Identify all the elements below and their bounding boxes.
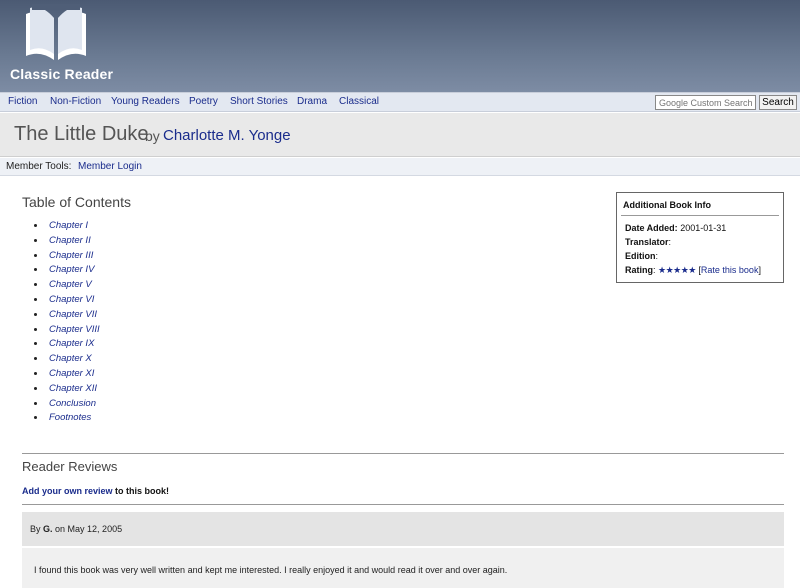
review-by-prefix: By (30, 524, 44, 534)
rate-bracket-close: ] (758, 265, 761, 275)
add-review-line: Add your own review to this book! (22, 486, 169, 496)
nav-classical[interactable]: Classical (339, 96, 379, 107)
toc-link-chapter-8[interactable]: Chapter VIII (49, 324, 100, 335)
rating-label: Rating (625, 265, 653, 275)
info-row-edition: Edition: (625, 251, 658, 261)
nav-drama[interactable]: Drama (297, 96, 327, 107)
rating-colon: : (653, 265, 656, 275)
add-review-suffix: to this book! (112, 486, 170, 496)
toc-link-footnotes[interactable]: Footnotes (49, 412, 91, 423)
toc-item: Conclusion (34, 398, 100, 413)
info-row-translator: Translator: (625, 237, 671, 247)
info-row-rating: Rating: ★★★★★ [Rate this book] (625, 265, 761, 276)
open-book-logo-icon[interactable] (22, 4, 90, 66)
edition-label: Edition (625, 251, 656, 261)
toc-item: Chapter IX (34, 338, 100, 353)
site-header: Classic Reader (0, 0, 800, 92)
translator-label: Translator (625, 237, 669, 247)
review-author: G. (43, 524, 53, 534)
bullet-icon (34, 371, 37, 375)
review-date-prefix: on (52, 524, 68, 534)
toc-item: Chapter III (34, 250, 100, 265)
toc-link-chapter-6[interactable]: Chapter VI (49, 294, 94, 305)
translator-colon: : (668, 237, 672, 247)
section-divider (22, 504, 784, 505)
title-by-label: by (145, 128, 160, 144)
section-divider (22, 453, 784, 454)
toc-heading: Table of Contents (22, 194, 131, 210)
info-divider (621, 215, 779, 216)
member-tools-bar: Member Tools: Member Login (0, 158, 800, 176)
toc-link-chapter-4[interactable]: Chapter IV (49, 264, 94, 275)
review-header: By G. on May 12, 2005 (22, 512, 784, 546)
bullet-icon (34, 268, 37, 272)
toc-item: Chapter XI (34, 368, 100, 383)
bullet-icon (34, 283, 37, 287)
review-body: I found this book was very well written … (22, 548, 784, 588)
site-logo-text[interactable]: Classic Reader (10, 66, 113, 82)
bullet-icon (34, 253, 37, 257)
review-date: May 12, 2005 (67, 524, 123, 534)
nav-short-stories[interactable]: Short Stories (230, 96, 288, 107)
nav-fiction[interactable]: Fiction (8, 96, 37, 107)
toc-item: Chapter V (34, 279, 100, 294)
info-box-title: Additional Book Info (623, 200, 711, 210)
bullet-icon (34, 357, 37, 361)
toc-link-chapter-9[interactable]: Chapter IX (49, 338, 94, 349)
review-byline: By G. on May 12, 2005 (30, 524, 122, 534)
toc-item: Chapter IV (34, 264, 100, 279)
bullet-icon (34, 238, 37, 242)
bullet-icon (34, 224, 37, 227)
toc-link-conclusion[interactable]: Conclusion (49, 398, 96, 409)
toc-item: Chapter I (34, 220, 100, 235)
book-title: The Little Duke (14, 123, 149, 145)
add-review-link[interactable]: Add your own review (22, 486, 113, 496)
nav-poetry[interactable]: Poetry (189, 96, 218, 107)
toc-link-chapter-5[interactable]: Chapter V (49, 279, 92, 290)
toc-link-chapter-3[interactable]: Chapter III (49, 250, 93, 261)
rating-stars-icon: ★★★★★ (658, 265, 696, 275)
date-added-value: 2001-01-31 (680, 223, 727, 233)
toc-item: Chapter II (34, 235, 100, 250)
bullet-icon (34, 386, 37, 390)
bullet-icon (34, 327, 37, 331)
member-tools-label: Member Tools: (6, 161, 72, 172)
toc-item: Chapter X (34, 353, 100, 368)
info-row-date: Date Added: 2001-01-31 (625, 223, 726, 233)
toc-link-chapter-2[interactable]: Chapter II (49, 235, 91, 246)
member-login-link[interactable]: Member Login (78, 161, 142, 172)
toc-item: Chapter XII (34, 383, 100, 398)
toc-item: Chapter VI (34, 294, 100, 309)
toc-item: Chapter VII (34, 309, 100, 324)
review-text: I found this book was very well written … (34, 565, 508, 575)
toc-item: Footnotes (34, 412, 100, 427)
book-title-bar: The Little Duke by Charlotte M. Yonge (0, 113, 800, 157)
bullet-icon (34, 312, 37, 316)
bullet-icon (34, 297, 37, 301)
search-button[interactable]: Search (759, 95, 797, 110)
toc-list: Chapter I Chapter II Chapter III Chapter… (34, 220, 100, 427)
category-nav: Fiction Non-Fiction Young Readers Poetry… (0, 92, 800, 112)
bullet-icon (34, 342, 37, 346)
nav-non-fiction[interactable]: Non-Fiction (50, 96, 101, 107)
toc-item: Chapter VIII (34, 324, 100, 339)
rate-this-book-link[interactable]: Rate this book (701, 265, 759, 275)
reader-reviews-heading: Reader Reviews (22, 459, 118, 474)
edition-colon: : (655, 251, 659, 261)
bullet-icon (34, 401, 37, 405)
toc-link-chapter-1[interactable]: Chapter I (49, 220, 88, 231)
search-input[interactable] (655, 95, 756, 110)
toc-link-chapter-10[interactable]: Chapter X (49, 353, 92, 364)
toc-link-chapter-7[interactable]: Chapter VII (49, 309, 97, 320)
date-added-label: Date Added: (625, 223, 678, 233)
additional-book-info-box: Additional Book Info Date Added: 2001-01… (616, 192, 784, 283)
nav-young-readers[interactable]: Young Readers (111, 96, 180, 107)
bullet-icon (34, 416, 37, 420)
toc-link-chapter-12[interactable]: Chapter XII (49, 383, 97, 394)
author-link[interactable]: Charlotte M. Yonge (163, 127, 291, 144)
toc-link-chapter-11[interactable]: Chapter XI (49, 368, 94, 379)
